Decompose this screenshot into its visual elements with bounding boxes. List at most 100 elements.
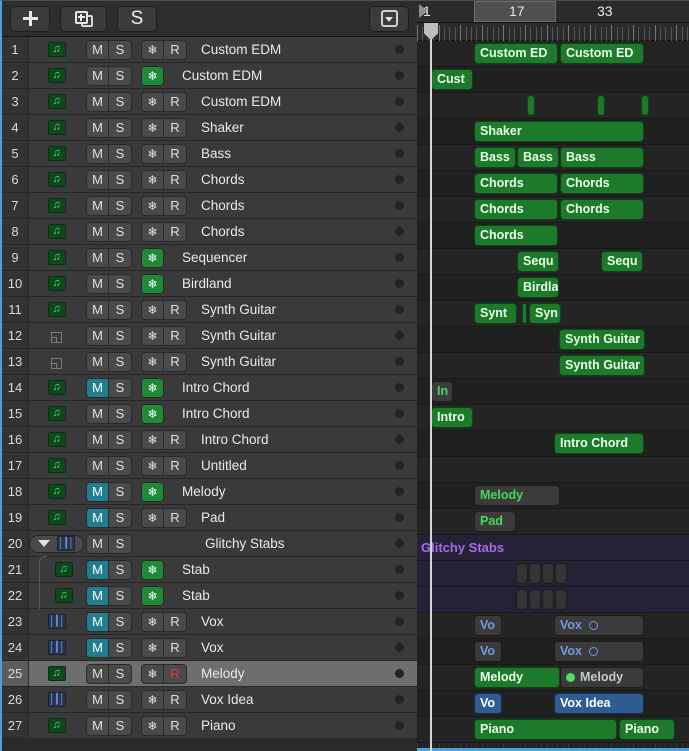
track-automation-dot[interactable] [395,149,404,158]
track-name[interactable]: Vox Idea [187,692,395,707]
freeze-button[interactable]: ❄ [141,299,164,320]
arrange-region[interactable]: Vox Idea [554,693,644,714]
track-row[interactable]: 26 │┃│ M S ❄ R Vox Idea [2,687,417,713]
folder-track-control[interactable]: │┃│ [29,534,84,553]
track-name[interactable]: Bass [187,146,395,161]
track-name[interactable]: Melody [187,666,395,681]
track-name[interactable]: Stab [164,562,395,577]
track-name[interactable]: Stab [164,588,395,603]
track-row[interactable]: 7 ♫ M S ❄ R Chords [2,193,417,219]
arrange-region[interactable]: Custom ED [474,43,558,64]
track-name[interactable]: Untitled [187,458,395,473]
freeze-button[interactable]: ❄ [141,273,164,294]
track-row[interactable]: 24 │┃│ M S ❄ R Vox [2,635,417,661]
track-automation-dot[interactable] [395,279,404,288]
arrange-region[interactable] [555,589,567,610]
track-automation-dot[interactable] [395,409,404,418]
arrange-region[interactable]: Synth Guitar [559,355,645,376]
solo-button[interactable]: S [109,39,132,60]
solo-button[interactable]: S [109,143,132,164]
solo-button[interactable]: S [109,247,132,268]
solo-button[interactable]: S [109,195,132,216]
arrange-row[interactable] [417,457,689,483]
track-automation-dot[interactable] [395,669,404,678]
arrange-row[interactable] [417,509,689,535]
solo-button[interactable]: S [109,507,132,528]
arrange-region[interactable]: Bass [560,147,644,168]
solo-button[interactable]: S [109,585,132,606]
solo-button[interactable]: S [109,611,132,632]
track-row[interactable]: 20 │┃│ M S Glitchy Stabs [2,531,417,557]
track-row[interactable]: 25 ♫ M S ❄ R Melody [2,661,417,687]
track-automation-dot[interactable] [395,305,404,314]
track-name[interactable]: Intro Chord [164,406,395,421]
track-row[interactable]: 9 ♫ M S ❄ Sequencer [2,245,417,271]
track-automation-dot[interactable] [395,487,404,496]
arrange-region[interactable] [529,589,541,610]
mute-button[interactable]: M [86,663,109,684]
track-name[interactable]: Custom EDM [164,68,395,83]
track-automation-dot[interactable] [395,513,404,522]
arrange-region[interactable]: Syn [529,303,561,324]
arrange-region[interactable]: Bass [474,147,516,168]
track-row[interactable]: 27 ♫ M S ❄ R Piano [2,713,417,739]
track-automation-dot[interactable] [395,331,404,340]
arrange-row[interactable] [417,327,689,353]
record-enable-button[interactable]: R [164,169,187,190]
arrange-region[interactable] [542,563,554,584]
track-row[interactable]: 14 ♫ M S ❄ Intro Chord [2,375,417,401]
freeze-button[interactable]: ❄ [141,559,164,580]
arrange-region[interactable] [641,95,649,116]
arrange-region[interactable] [529,563,541,584]
track-automation-dot[interactable] [395,617,404,626]
mute-button[interactable]: M [86,715,109,736]
arrange-region[interactable]: Chords [560,199,644,220]
record-enable-button[interactable]: R [164,39,187,60]
arrange-region[interactable] [542,589,554,610]
disclosure-triangle-icon[interactable] [38,540,51,547]
record-enable-button[interactable]: R [164,507,187,528]
freeze-button[interactable]: ❄ [141,39,164,60]
solo-button[interactable]: S [109,351,132,372]
track-name[interactable]: Custom EDM [187,94,395,109]
solo-button[interactable]: S [109,91,132,112]
arrange-region[interactable]: Vo [474,641,502,662]
arrange-region[interactable]: Intro [431,407,473,428]
arrange-region[interactable]: In [431,381,453,402]
arrange-region[interactable]: Sequ [601,251,643,272]
solo-button[interactable]: S [109,377,132,398]
arrange-region[interactable]: Synth Guitar [559,329,645,350]
arrange-row[interactable] [417,613,689,639]
track-row[interactable]: 19 ♫ M S ❄ R Pad [2,505,417,531]
playhead[interactable] [424,23,438,751]
track-name[interactable]: Vox [187,640,395,655]
arrange-region[interactable]: Chords [474,199,558,220]
solo-button[interactable]: S [109,325,132,346]
solo-button[interactable]: S [109,689,132,710]
track-automation-dot[interactable] [395,591,404,600]
region-grid[interactable]: Glitchy Stabs Custom ED Custom ED Cust Shake… [417,41,689,751]
track-row[interactable]: 17 ♫ M S ❄ R Untitled [2,453,417,479]
mute-button[interactable]: M [86,169,109,190]
track-automation-dot[interactable] [395,97,404,106]
mute-button[interactable]: M [86,39,109,60]
arrange-region[interactable]: Sequ [517,251,559,272]
track-automation-dot[interactable] [395,253,404,262]
freeze-button[interactable]: ❄ [141,611,164,632]
track-automation-dot[interactable] [395,435,404,444]
track-row[interactable]: 16 ♫ M S ❄ R Intro Chord [2,427,417,453]
solo-button[interactable]: S [109,429,132,450]
track-name[interactable]: Intro Chord [164,380,395,395]
freeze-button[interactable]: ❄ [141,247,164,268]
solo-button[interactable]: S [117,5,157,32]
track-row[interactable]: 18 ♫ M S ❄ Melody [2,479,417,505]
track-row[interactable]: 2 ♫ M S ❄ Custom EDM [2,63,417,89]
freeze-button[interactable]: ❄ [141,663,164,684]
track-name[interactable]: Shaker [187,120,395,135]
arrange-region[interactable]: Chords [560,173,644,194]
mute-button[interactable]: M [86,273,109,294]
mute-button[interactable]: M [86,611,109,632]
freeze-button[interactable]: ❄ [141,429,164,450]
arrange-region[interactable]: Melody [474,667,560,688]
freeze-button[interactable]: ❄ [141,221,164,242]
